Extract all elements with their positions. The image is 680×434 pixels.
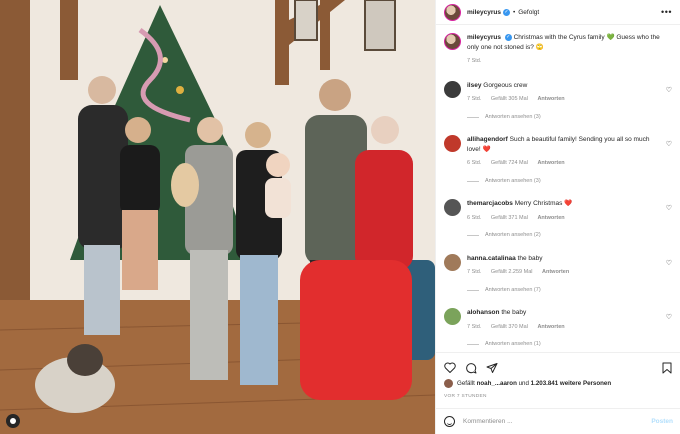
bookmark-icon[interactable]	[661, 362, 673, 374]
reply-button[interactable]: Antworten	[537, 160, 564, 166]
comment-text: Gorgeous crew	[483, 81, 528, 89]
comment-likes[interactable]: Gefällt 305 Mal	[491, 96, 528, 102]
likes-count[interactable]: 1.203.841 weitere Personen	[531, 380, 612, 387]
liker-username[interactable]: noah_...aaron	[477, 380, 517, 387]
comment-time[interactable]: 7 Std.	[467, 96, 481, 102]
comment-time[interactable]: 7 Std.	[467, 269, 481, 275]
caption-body: mileycyrus ✓ Christmas with the Cyrus fa…	[467, 33, 672, 67]
post-actions-bar	[436, 352, 680, 382]
caption-time[interactable]: 7 Std.	[467, 58, 481, 64]
tagged-users-icon[interactable]	[6, 414, 20, 428]
verified-badge-icon: ✓	[502, 8, 510, 16]
like-comment-heart-icon[interactable]: ♡	[666, 86, 672, 94]
like-comment-heart-icon[interactable]: ♡	[666, 140, 672, 148]
comment-meta: 7 Std. Gefällt 2.259 Mal Antworten	[467, 268, 660, 278]
comment-time[interactable]: 7 Std.	[467, 324, 481, 330]
reply-button[interactable]: Antworten	[537, 215, 564, 221]
comment-input[interactable]	[463, 418, 652, 425]
comment-item: ilsey Gorgeous crew 7 Std. Gefällt 305 M…	[444, 80, 672, 123]
comment-time[interactable]: 6 Std.	[467, 160, 481, 166]
commenter-avatar[interactable]	[444, 308, 461, 325]
reply-button[interactable]: Antworten	[537, 96, 564, 102]
caption-meta: 7 Std.	[467, 57, 660, 67]
comment-body: themarcjacobs Merry Christmas ❤️ 6 Std. …	[467, 199, 672, 241]
post-comment-button[interactable]: Posten	[651, 418, 673, 425]
comment-time[interactable]: 6 Std.	[467, 215, 481, 221]
comment-username[interactable]: hanna.catalinaa	[467, 255, 516, 262]
comment-username[interactable]: alohanson	[467, 309, 500, 316]
like-comment-heart-icon[interactable]: ♡	[666, 313, 672, 321]
like-comment-heart-icon[interactable]: ♡	[666, 259, 672, 267]
add-comment-bar: Posten	[436, 408, 680, 434]
more-options-icon[interactable]: •••	[661, 7, 672, 17]
green-heart-emoji: 💚	[606, 34, 615, 41]
post-side-panel: mileycyrus ✓ • Gefolgt ••• mileycyrus ✓ …	[435, 0, 680, 434]
caption: mileycyrus ✓ Christmas with the Cyrus fa…	[444, 33, 672, 67]
separator-dot: •	[512, 8, 516, 16]
verified-badge-icon: ✓	[504, 33, 512, 41]
comment-body: allihagendorf Such a beautiful family! S…	[467, 135, 672, 186]
commenter-avatar[interactable]	[444, 253, 461, 271]
follow-status-button[interactable]: Gefolgt	[518, 9, 539, 16]
comment-icon[interactable]	[465, 362, 477, 374]
post-photo[interactable]	[0, 0, 435, 434]
post-timestamp[interactable]: VOR 7 STUNDEN	[444, 394, 487, 399]
likes-summary: Gefällt noah_...aaron und 1.203.841 weit…	[444, 379, 611, 388]
liker-avatar[interactable]	[444, 379, 453, 388]
view-replies-button[interactable]: Antworten ansehen (3)	[467, 177, 660, 187]
comment-text: Merry Christmas	[514, 200, 563, 207]
comment-text: the baby	[501, 309, 527, 316]
like-comment-heart-icon[interactable]: ♡	[666, 204, 672, 212]
view-replies-button[interactable]: Antworten ansehen (3)	[467, 113, 660, 123]
commenter-avatar[interactable]	[444, 80, 461, 98]
author-username[interactable]: mileycyrus	[467, 9, 501, 16]
red-heart-emoji: ❤️	[564, 200, 573, 207]
comment-likes[interactable]: Gefällt 370 Mal	[491, 324, 528, 330]
comment-username[interactable]: themarcjacobs	[467, 200, 513, 207]
reply-button[interactable]: Antworten	[542, 269, 569, 275]
comments-list[interactable]: mileycyrus ✓ Christmas with the Cyrus fa…	[436, 25, 680, 350]
view-replies-button[interactable]: Antworten ansehen (2)	[467, 231, 660, 241]
heart-icon[interactable]	[444, 362, 456, 374]
comment-likes[interactable]: Gefällt 724 Mal	[491, 160, 528, 166]
comment-meta: 6 Std. Gefällt 724 Mal Antworten	[467, 159, 660, 169]
author-avatar[interactable]	[444, 33, 461, 50]
comment-body: alohanson the baby 7 Std. Gefällt 370 Ma…	[467, 308, 672, 350]
view-replies-button[interactable]: Antworten ansehen (7)	[467, 286, 660, 296]
comment-item: allihagendorf Such a beautiful family! S…	[444, 135, 672, 186]
comment-meta: 6 Std. Gefällt 371 Mal Antworten	[467, 214, 660, 224]
comment-meta: 7 Std. Gefällt 305 Mal Antworten	[467, 95, 660, 105]
commenter-avatar[interactable]	[444, 199, 461, 216]
comment-username[interactable]: allihagendorf	[467, 136, 508, 143]
comment-likes[interactable]: Gefällt 2.259 Mal	[491, 269, 533, 275]
likes-mid: und	[518, 380, 529, 387]
emoji-picker-icon[interactable]	[444, 416, 455, 427]
comment-item: alohanson the baby 7 Std. Gefällt 370 Ma…	[444, 308, 672, 350]
reply-button[interactable]: Antworten	[537, 324, 564, 330]
comment-item: themarcjacobs Merry Christmas ❤️ 6 Std. …	[444, 199, 672, 241]
comment-username[interactable]: ilsey	[467, 82, 481, 89]
comment-text: the baby	[517, 254, 543, 262]
comment-likes[interactable]: Gefällt 371 Mal	[491, 215, 528, 221]
commenter-avatar[interactable]	[444, 135, 461, 152]
comment-meta: 7 Std. Gefällt 370 Mal Antworten	[467, 323, 660, 333]
comment-body: ilsey Gorgeous crew 7 Std. Gefällt 305 M…	[467, 81, 672, 123]
red-heart-emoji: ❤️	[482, 145, 491, 153]
comment-item: hanna.catalinaa the baby 7 Std. Gefällt …	[444, 253, 672, 296]
family-christmas-photo	[0, 0, 435, 434]
share-icon[interactable]	[486, 362, 498, 374]
author-avatar[interactable]	[444, 3, 461, 21]
caption-text: Christmas with the Cyrus family	[513, 34, 605, 41]
eye-roll-emoji: 🙄	[535, 43, 544, 51]
view-replies-button[interactable]: Antworten ansehen (1)	[467, 340, 660, 350]
comment-body: hanna.catalinaa the baby 7 Std. Gefällt …	[467, 254, 672, 296]
post-header: mileycyrus ✓ • Gefolgt •••	[436, 0, 680, 25]
likes-prefix: Gefällt	[457, 380, 475, 387]
caption-username[interactable]: mileycyrus	[467, 34, 501, 41]
